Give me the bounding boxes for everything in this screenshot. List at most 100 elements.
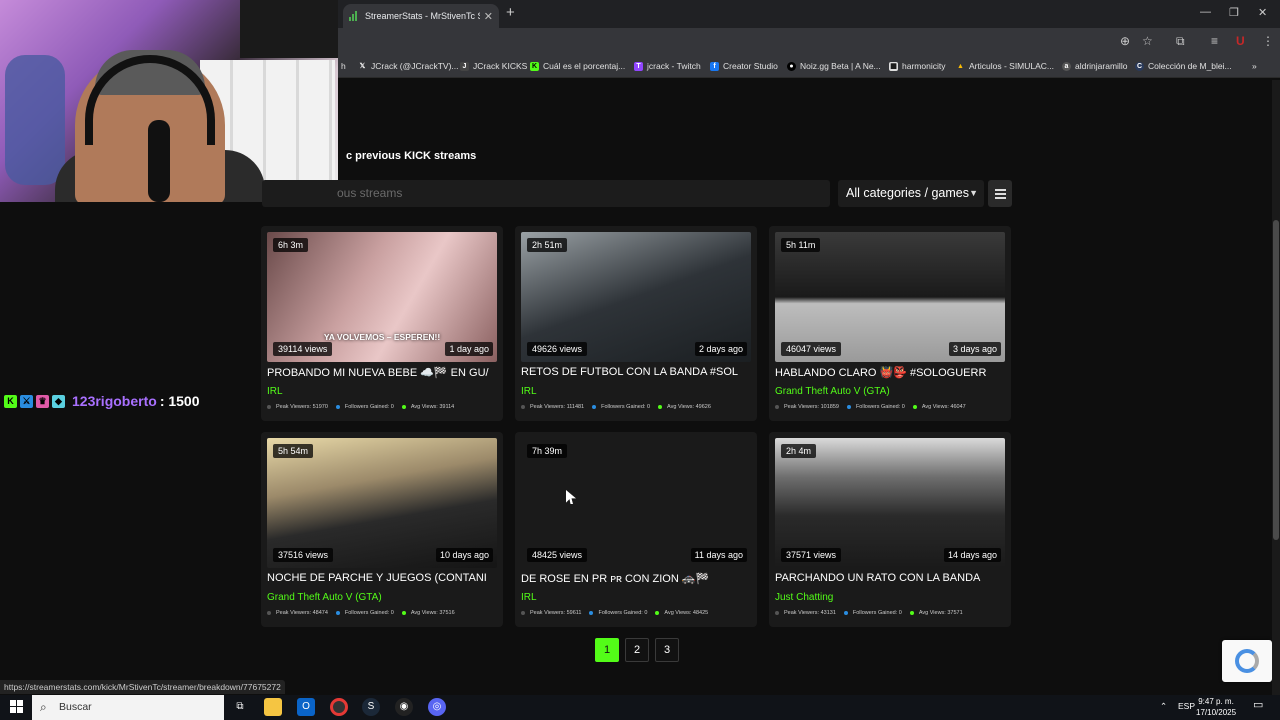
bookmark-7[interactable]: ▦ harmonicity <box>889 61 945 71</box>
outlook-icon[interactable]: O <box>297 698 315 716</box>
stream-card[interactable]: 2h 51m 49626 views 2 days ago RETOS DE F… <box>515 226 757 421</box>
star-icon[interactable]: ☆ <box>1142 34 1153 48</box>
stream-date: 11 days ago <box>690 548 747 562</box>
stream-category[interactable]: IRL <box>521 386 537 397</box>
taskbar-search[interactable]: ⌕ Buscar <box>32 695 224 720</box>
menu-dots-icon[interactable]: ⋮ <box>1262 34 1274 48</box>
bookmark-3[interactable]: K Cuál es el porcentaj... <box>530 61 625 71</box>
stream-card[interactable]: 7h 39m 48425 views 11 days ago DE ROSE E… <box>515 432 757 627</box>
stream-thumbnail[interactable]: 7h 39m 48425 views 11 days ago <box>521 438 751 568</box>
recaptcha-badge[interactable] <box>1222 640 1272 682</box>
minimize-icon[interactable]: — <box>1200 6 1211 18</box>
category-select[interactable]: All categories / games ▼ <box>838 180 984 207</box>
scrollbar-thumb[interactable] <box>1273 220 1279 540</box>
stream-views: 39114 views <box>273 342 333 356</box>
stream-card[interactable]: 5h 54m 37516 views 10 days ago NOCHE DE … <box>261 432 503 627</box>
bookmark-9[interactable]: a aldrinjaramillo <box>1062 61 1127 71</box>
stream-thumbnail[interactable]: 2h 4m 37571 views 14 days ago <box>775 438 1005 568</box>
media-icon[interactable]: ≡ <box>1211 34 1218 48</box>
stream-category[interactable]: Grand Theft Auto V (GTA) <box>267 592 382 603</box>
stream-card[interactable]: 2h 4m 37571 views 14 days ago PARCHANDO … <box>769 432 1011 627</box>
stream-duration: 2h 4m <box>781 444 817 458</box>
close-tab-icon[interactable]: ✕ <box>484 10 493 23</box>
close-window-icon[interactable]: ✕ <box>1258 6 1267 19</box>
bookmark-2[interactable]: J JCrack KICKS <box>460 61 527 71</box>
stream-card[interactable]: YA VOLVEMOS – ESPEREN!! 6h 3m 39114 view… <box>261 226 503 421</box>
stream-views: 37516 views <box>273 548 334 562</box>
language-indicator[interactable]: ESP <box>1178 701 1195 711</box>
pagination: 1 2 3 <box>595 638 679 662</box>
browser-tab[interactable]: StreamerStats - MrStivenTc Stre ✕ <box>343 4 499 28</box>
search-input[interactable]: ous streams <box>262 180 830 207</box>
stream-thumbnail[interactable]: 5h 11m 46047 views 3 days ago <box>775 232 1005 362</box>
stream-category[interactable]: Grand Theft Auto V (GTA) <box>775 386 890 397</box>
list-view-button[interactable] <box>988 180 1012 207</box>
stream-thumbnail[interactable]: YA VOLVEMOS – ESPEREN!! 6h 3m 39114 view… <box>267 232 497 362</box>
status-bar-url: https://streamerstats.com/kick/MrStivenT… <box>0 680 285 694</box>
stream-category[interactable]: IRL <box>521 592 537 603</box>
taskbar-clock[interactable]: 9:47 p. m. 17/10/2025 <box>1196 696 1236 718</box>
steam-icon[interactable]: S <box>362 698 380 716</box>
stream-title[interactable]: PROBANDO MI NUEVA BEBE ☁️🏁 EN GU/ <box>267 366 495 379</box>
stream-views: 37571 views <box>781 548 842 562</box>
bookmark-1[interactable]: 𝕏 JCrack (@JCrackTV)... <box>358 61 459 71</box>
sword-badge-icon: ⚔ <box>20 394 33 408</box>
page-button-2[interactable]: 2 <box>625 638 649 662</box>
stream-duration: 7h 39m <box>527 444 568 458</box>
bookmark-8[interactable]: ▲ Articulos - SIMULAC... <box>956 61 1054 71</box>
stream-duration: 5h 54m <box>273 444 314 458</box>
more-bookmarks-icon[interactable]: » <box>1252 61 1257 71</box>
stream-date: 3 days ago <box>948 342 1001 356</box>
stream-title[interactable]: HABLANDO CLARO 👹👺 #SOLOGUERR <box>775 366 1003 379</box>
page-button-1[interactable]: 1 <box>595 638 619 662</box>
chat-username: 123rigoberto <box>72 393 157 409</box>
profile-icon[interactable]: U <box>1236 34 1245 48</box>
stream-card[interactable]: 5h 11m 46047 views 3 days ago HABLANDO C… <box>769 226 1011 421</box>
app-icon[interactable]: ◎ <box>428 698 446 716</box>
stream-title[interactable]: PARCHANDO UN RATO CON LA BANDA <box>775 572 1003 584</box>
stream-stats: Peak Viewers: 48474 Followers Gained: 0 … <box>267 610 455 616</box>
stream-duration: 5h 11m <box>781 238 821 252</box>
bookmark-10[interactable]: C Colección de M_blei... <box>1135 61 1232 71</box>
bookmark-4[interactable]: Tjcrack - Twitch <box>634 61 701 71</box>
stream-stats: Peak Viewers: 111481 Followers Gained: 0… <box>521 404 711 410</box>
windows-start-icon[interactable] <box>10 700 23 713</box>
gift-badge-icon: ◆ <box>52 394 65 408</box>
stream-duration: 6h 3m <box>273 238 309 252</box>
search-icon: ⌕ <box>40 700 47 714</box>
bookmark-5[interactable]: f Creator Studio <box>710 61 778 71</box>
bookmark-0[interactable]: h <box>341 61 346 71</box>
kick-badge-icon: K <box>4 394 17 408</box>
extensions-icon[interactable]: ⧉ <box>1176 34 1185 49</box>
new-tab-button[interactable]: + <box>506 4 515 21</box>
stream-category[interactable]: Just Chatting <box>775 592 833 603</box>
stream-category[interactable]: IRL <box>267 386 283 397</box>
tab-title: StreamerStats - MrStivenTc Stre <box>365 11 480 21</box>
stream-thumbnail[interactable]: 2h 51m 49626 views 2 days ago <box>521 232 751 362</box>
stream-title[interactable]: NOCHE DE PARCHE Y JUEGOS (CONTANI <box>267 572 495 584</box>
chrome-icon[interactable] <box>330 698 348 716</box>
recaptcha-icon <box>1235 649 1259 673</box>
stream-title[interactable]: RETOS DE FUTBOL CON LA BANDA #SOL <box>521 366 749 378</box>
tray-chevron-icon[interactable]: ⌃ <box>1160 701 1167 712</box>
notification-icon[interactable]: ▭ <box>1253 698 1263 711</box>
restore-icon[interactable]: ❐ <box>1229 6 1239 19</box>
stream-thumbnail[interactable]: 5h 54m 37516 views 10 days ago <box>267 438 497 568</box>
stream-duration: 2h 51m <box>527 238 568 252</box>
thumbnail-overlay-text: YA VOLVEMOS – ESPEREN!! <box>323 332 441 342</box>
stream-title[interactable]: DE ROSE EN PR ᴘʀ CON ZION 🚓🏁 <box>521 572 749 585</box>
stream-views: 49626 views <box>527 342 588 356</box>
file-explorer-icon[interactable] <box>264 698 282 716</box>
page-button-3[interactable]: 3 <box>655 638 679 662</box>
task-view-icon[interactable]: ⧉ <box>231 698 249 716</box>
stream-stats: Peak Viewers: 101859 Followers Gained: 0… <box>775 404 966 410</box>
stream-stats: Peak Viewers: 43131 Followers Gained: 0 … <box>775 610 963 616</box>
stream-date: 14 days ago <box>943 548 1001 562</box>
zoom-icon[interactable]: ⊕ <box>1120 34 1130 48</box>
obs-icon[interactable]: ◉ <box>395 698 413 716</box>
page-scrollbar[interactable] <box>1272 80 1280 696</box>
stream-date: 2 days ago <box>694 342 747 356</box>
bookmark-6[interactable]: ● Noiz.gg Beta | A Ne... <box>787 61 881 71</box>
webcam-overlay <box>0 0 338 202</box>
chat-message: K ⚔ ♛ ◆ 123rigoberto : 1500 <box>4 393 200 409</box>
